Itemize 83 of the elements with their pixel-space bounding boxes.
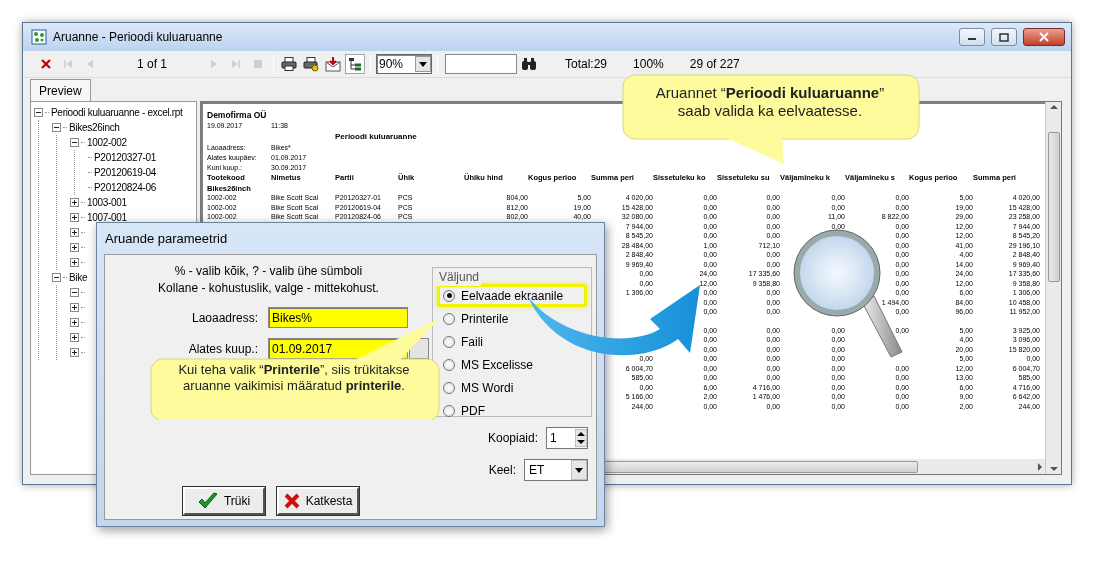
tree-item[interactable]: P20120327-01 [94,150,156,165]
radio-button[interactable] [443,381,455,394]
maximize-button[interactable] [991,28,1017,46]
radio-label[interactable]: PDF [461,401,485,420]
collapse-icon[interactable] [70,138,79,147]
page-indicator: 1 of 1 [136,56,168,73]
minimize-button[interactable] [959,28,985,46]
spin-arrows-icon [575,429,587,447]
status-label: 29 of 227 [689,56,740,73]
triangle-down-icon [1049,464,1058,474]
expand-icon[interactable] [70,333,79,342]
radio-label[interactable]: MS Excelisse [461,355,534,374]
triangle-up-icon [1049,102,1058,112]
expand-icon[interactable] [70,228,79,237]
collapse-icon[interactable] [70,288,79,297]
language-select[interactable]: ET [524,459,588,481]
caret-icon [419,61,427,67]
field-label: Koopiaid: [487,430,538,447]
dialog-title: Aruande parameetrid [104,230,229,248]
tree-item[interactable]: 1007-001 [87,210,127,225]
tab[interactable]: Preview [30,79,91,101]
expand-icon[interactable] [70,198,79,207]
tree-item[interactable]: Bikes26inch [69,120,120,135]
hint-text: Kollane - kohustuslik, valge - mittekohust. [157,280,380,297]
envelope-icon [325,56,341,72]
maximize-icon [999,32,1009,42]
dropdown-arrow-icon [571,460,587,480]
x-icon [283,493,300,509]
radio-label[interactable]: MS Wordi [461,378,514,397]
radio-button[interactable] [443,358,455,371]
export-button[interactable] [323,54,343,74]
collapse-icon[interactable] [52,123,61,132]
vertical-scrollbar[interactable] [1045,102,1061,474]
app-icon [31,29,47,45]
radio-button[interactable] [443,335,455,348]
print-button[interactable] [279,54,299,74]
tree-item[interactable]: P20120824-06 [94,180,156,195]
expand-icon[interactable] [70,318,79,327]
collapse-icon[interactable] [52,273,61,282]
expand-icon[interactable] [70,243,79,252]
radio-label[interactable]: Eelvaade ekraanile [461,286,564,305]
search-field[interactable] [445,54,517,74]
field-label: Alates kuup.: [187,340,259,358]
tree-icon [347,56,363,72]
checkmark-icon [197,492,218,510]
printer-icon [281,56,297,72]
callout-text: Aruannet “Perioodi kuluaruanne” saab valida ka eelvaatesse. [654,84,886,120]
tree-item[interactable]: Perioodi kuluaruanne - excel.rpt [51,105,183,120]
copies-spinner[interactable]: 1 [546,427,588,449]
expand-icon[interactable] [70,258,79,267]
triangle-right-icon [1035,462,1045,471]
expand-icon[interactable] [70,303,79,312]
binoculars-icon [521,56,537,72]
radio-button[interactable] [443,404,455,417]
field-label: Laoaadress: [190,309,259,327]
status-label: Total:29 [565,56,608,73]
cancel-button[interactable]: Katkesta [277,487,359,515]
printer-setup-button[interactable] [301,54,321,74]
radio-label[interactable]: Printerile [461,309,509,328]
window-title: Aruanne - Perioodi kuluaruanne [53,29,224,46]
report-title: Perioodi kuluaruanne [335,131,417,143]
callout-text: Kui teha valik “Printerile”, siis trükitakse aruanne vaikimisi määratud printerile. [177,362,411,394]
tree-item[interactable]: Bike [69,270,88,285]
printer-key-icon [303,56,319,72]
tree-item[interactable]: P20120619-04 [94,165,156,180]
company-name: Demofirma OÜ [207,109,267,121]
radio-label[interactable]: Faili [461,332,483,351]
tree-item[interactable]: 1002-002 [87,135,127,150]
expand-icon[interactable] [70,348,79,357]
zoom-select[interactable]: 90% [376,54,432,74]
expand-icon[interactable] [70,213,79,222]
tree-item[interactable]: 1003-001 [87,195,127,210]
radio-button[interactable] [443,289,455,302]
tree-toggle-button[interactable] [345,54,365,74]
status-label: 100% [633,56,664,73]
text-field[interactable]: Bikes% [268,307,408,328]
hint-text: % - valib kõik, ? - valib ühe sümboli [173,263,364,280]
collapse-icon[interactable] [34,108,43,117]
ok-button[interactable]: Trüki [183,487,265,515]
close-icon [1039,32,1049,42]
field-label: Keel: [488,462,516,479]
radio-button[interactable] [443,312,455,325]
close-button[interactable] [1023,28,1065,46]
